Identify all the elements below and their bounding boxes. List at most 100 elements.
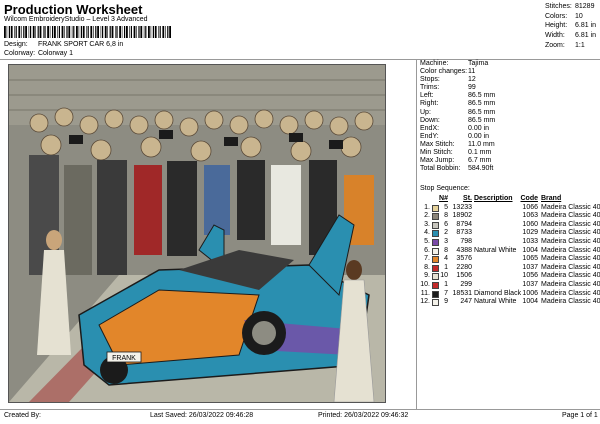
row-needle: 4 xyxy=(444,255,448,263)
row-code: 1037 xyxy=(522,263,538,271)
row-needle: 7 xyxy=(444,289,448,297)
row-code: 1066 xyxy=(522,203,538,211)
barcode xyxy=(4,26,171,38)
row-index: 9. xyxy=(424,272,430,280)
row-code: 1056 xyxy=(522,272,538,280)
row-index: 10. xyxy=(420,280,430,288)
detail-down: Down: 86.5 mm xyxy=(420,116,496,124)
row-brand: Madeira Classic 40 xyxy=(541,220,600,228)
row-stitches: 299 xyxy=(460,280,472,288)
row-index: 6. xyxy=(424,246,430,254)
row-needle: 9 xyxy=(444,298,448,306)
stop-sequence-title: Stop Sequence: xyxy=(420,185,470,192)
row-brand: Madeira Classic 40 xyxy=(541,263,600,271)
machine-details: Machine: Tajima Color changes:11 Stops: 12… xyxy=(420,60,495,173)
row-needle: 8 xyxy=(444,246,448,254)
colorway-label: Colorway: xyxy=(4,50,36,57)
row-brand: Madeira Classic 40 xyxy=(541,203,600,211)
detail-min-stitch: Min Stitch: 0.1 mm xyxy=(420,149,492,157)
row-index: 5. xyxy=(424,237,430,245)
panel-divider xyxy=(416,60,417,410)
row-brand: Madeira Classic 40 xyxy=(541,237,600,245)
row-brand: Madeira Classic 40 xyxy=(541,229,600,237)
footer-divider xyxy=(0,409,600,410)
row-code: 1029 xyxy=(522,229,538,237)
row-index: 11. xyxy=(420,289,430,297)
row-brand: Madeira Classic 40 xyxy=(541,212,600,220)
row-stitches: 13233 xyxy=(452,203,472,211)
row-stitches: 798 xyxy=(460,237,472,245)
row-description: Natural White xyxy=(474,246,517,254)
row-needle: 3 xyxy=(444,237,448,245)
row-needle: 1 xyxy=(444,263,448,271)
row-description: Diamond Black xyxy=(474,289,522,297)
row-code: 1060 xyxy=(522,220,538,228)
row-stitches: 18902 xyxy=(452,212,472,220)
row-index: 12. xyxy=(420,298,430,306)
row-needle: 5 xyxy=(444,203,448,211)
summary-height: Height: 6.81 in xyxy=(545,22,597,30)
row-stitches: 1506 xyxy=(456,272,472,280)
row-description: Natural White xyxy=(474,298,517,306)
row-index: 4. xyxy=(424,229,430,237)
colorway-row: Colorway: Colorway 1 xyxy=(4,50,73,57)
detail-endy: EndY: 0.00 in xyxy=(420,132,490,140)
row-code: 1033 xyxy=(522,237,538,245)
row-needle: 2 xyxy=(444,229,448,237)
detail-color-changes: Color changes:11 xyxy=(420,68,476,76)
summary-stats: Stitches: 81289 Colors: 10 Height: 6.81 in … xyxy=(545,2,596,51)
footer-created-by: Created By: xyxy=(4,412,41,419)
summary-colors: Colors: 10 xyxy=(545,12,583,20)
detail-max-jump: Max Jump: 6.7 mm xyxy=(420,157,492,165)
row-brand: Madeira Classic 40 xyxy=(541,246,600,254)
row-code: 1006 xyxy=(522,289,538,297)
summary-width: Width: 6.81 in xyxy=(545,32,597,40)
row-index: 2. xyxy=(424,212,430,220)
row-code: 1004 xyxy=(522,246,538,254)
row-brand: Madeira Classic 40 xyxy=(541,255,600,263)
row-needle: 10 xyxy=(440,272,448,280)
worksheet-title: Production Worksheet xyxy=(4,2,143,17)
detail-max-stitch: Max Stitch: 11.0 mm xyxy=(420,140,495,148)
row-stitches: 247 xyxy=(460,298,472,306)
header-divider xyxy=(0,59,600,60)
row-code: 1037 xyxy=(522,280,538,288)
header-code: Code xyxy=(520,195,539,202)
row-code: 1065 xyxy=(522,255,538,263)
footer-last-saved: Last Saved: 26/03/2022 09:46:28 xyxy=(150,412,254,419)
summary-zoom: Zoom: 1:1 xyxy=(545,41,585,49)
detail-endx: EndX: 0.00 in xyxy=(420,124,490,132)
row-stitches: 8733 xyxy=(456,229,472,237)
row-index: 1. xyxy=(424,203,430,211)
colorway-value: Colorway 1 xyxy=(37,50,73,57)
row-brand: Madeira Classic 40 xyxy=(541,289,600,297)
footer-printed: Printed: 26/03/2022 09:46:32 xyxy=(318,412,409,419)
design-value: FRANK SPORT CAR 6,8 in xyxy=(37,41,124,48)
header-n: N# xyxy=(439,195,448,202)
row-brand: Madeira Classic 40 xyxy=(541,272,600,280)
detail-up: Up: 86.5 mm xyxy=(420,108,496,116)
row-index: 7. xyxy=(424,255,430,263)
detail-machine: Machine: Tajima xyxy=(420,60,489,67)
footer-page: Page 1 of 1 xyxy=(562,412,598,419)
row-code: 1004 xyxy=(522,298,538,306)
design-label: Design: xyxy=(4,41,28,48)
row-stitches: 8794 xyxy=(456,220,472,228)
row-needle: 8 xyxy=(444,212,448,220)
header-description: Description xyxy=(474,195,513,202)
row-index: 3. xyxy=(424,220,430,228)
row-stitches: 2280 xyxy=(456,263,472,271)
row-stitches: 4388 xyxy=(456,246,472,254)
detail-trims: Trims: 99 xyxy=(420,84,476,92)
license-plate: FRANK xyxy=(112,355,136,362)
detail-stops: Stops: 12 xyxy=(420,76,476,84)
row-index: 8. xyxy=(424,263,430,271)
row-code: 1063 xyxy=(522,212,538,220)
row-stitches: 3576 xyxy=(456,255,472,263)
design-row: Design: FRANK SPORT CAR 6,8 in xyxy=(4,41,123,48)
row-brand: Madeira Classic 40 xyxy=(541,298,600,306)
row-needle: 1 xyxy=(444,280,448,288)
detail-total-bobbin: Total Bobbin: 584.90ft xyxy=(420,165,494,173)
software-name: Wilcom EmbroideryStudio – Level 3 Advanc… xyxy=(4,16,148,23)
row-stitches: 18531 xyxy=(452,289,472,297)
